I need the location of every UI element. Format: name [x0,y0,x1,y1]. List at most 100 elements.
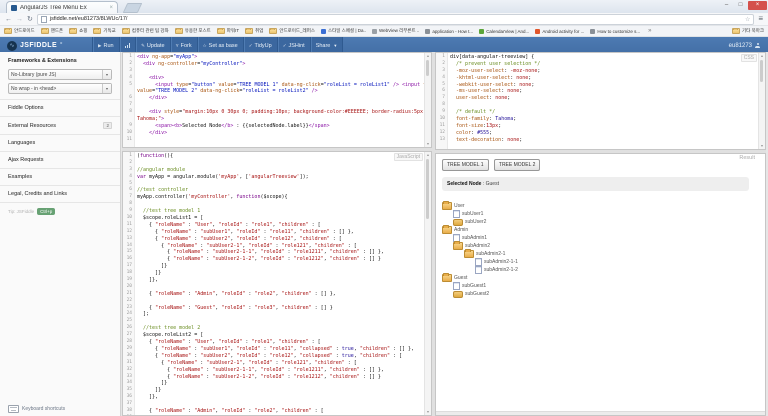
tree-model-2-button[interactable]: TREE MODEL 2 [494,159,541,171]
tree-node-subuser1[interactable]: subUser1 [442,210,759,218]
sidebar-item-label: Legal, Credits and Links [8,191,67,197]
sidebar-item-ajax-requests[interactable]: Ajax Requests [0,152,120,169]
css-editor-panel[interactable]: CSS 12345678910111213 div[data-angular-t… [435,52,766,150]
bookmark-item[interactable]: 안드로이드 [4,28,35,34]
bookmark-item[interactable]: 컴퓨터 관련 팁 강좌 [122,28,169,34]
folder-closed-icon[interactable] [453,291,463,298]
bookmark-item[interactable]: 안드로이드_레퍼스 [269,28,315,34]
maximize-button[interactable]: □ [734,1,747,10]
tree-node-subguest1[interactable]: subGuest1 [442,282,759,290]
html-code[interactable]: <div ng-app="myApp"> <div ng-controller=… [137,54,424,147]
bookmark-item[interactable]: CalendarView | And... [479,29,529,34]
bookmark-item[interactable]: Android activity for ... [535,29,584,34]
css-scrollbar[interactable]: ▲ ▼ [758,53,765,149]
tree-node-subadmin2-1[interactable]: subAdmin2-1 [442,250,759,258]
sidebar-item-languages[interactable]: Languages [0,135,120,152]
keyboard-shortcuts-link[interactable]: Keyboard shortcuts [8,405,65,413]
folder-open-icon[interactable] [464,250,474,258]
bookmark-item[interactable]: 스타일 스페셜 | Da.. [321,28,366,34]
bookmark-item[interactable]: 기독교 [93,28,115,34]
reload-icon[interactable]: ↻ [27,16,33,23]
scroll-up-icon[interactable]: ▲ [759,53,765,59]
scroll-down-icon[interactable]: ▼ [425,409,431,415]
tree-node-subguest2[interactable]: subGuest2 [442,290,759,298]
bookmark-item[interactable]: 파워IT [217,28,239,34]
html-editor-panel[interactable]: 12345 678 91011 <div ng-app="myApp"> <di… [122,52,432,148]
tree-node-subuser2[interactable]: subUser2 [442,218,759,226]
bookmarks-overflow-icon[interactable]: » [648,28,651,34]
minimize-button[interactable]: – [720,1,733,10]
close-button[interactable]: × [748,1,767,10]
bookmark-item[interactable]: How to customize s... [590,29,640,34]
scroll-thumb[interactable] [760,60,763,82]
line-number: 12 [123,229,132,236]
wrap-select[interactable]: No wrap - in <head> ▼ [8,83,112,94]
tree-node-subadmin2-1-1[interactable]: subAdmin2-1-1 [442,258,759,266]
tree-node-user[interactable]: User [442,202,759,210]
tree-node-subadmin2-1-2[interactable]: subAdmin2-1-2 [442,266,759,274]
scroll-down-icon[interactable]: ▼ [425,141,431,147]
folder-open-icon[interactable] [442,202,452,210]
file-icon[interactable] [475,266,482,274]
result-hscrollbar[interactable] [436,411,765,415]
scroll-thumb[interactable] [426,159,429,219]
framework-select[interactable]: No-Library (pure JS) ▼ [8,69,112,80]
sidebar-item-fiddle-options[interactable]: Fiddle Options [0,100,120,117]
sidebar-item-badge: 2 [103,122,112,129]
fork-icon: Y [176,43,179,48]
header-button-label: JSHint [288,43,304,49]
bookmark-item[interactable]: 핸드폰 [41,28,63,34]
other-bookmarks[interactable]: 기타 북마크 [732,28,764,34]
html-gutter: 12345 678 91011 [123,53,135,147]
sidebar-sections: Fiddle OptionsExternal Resources2 Languag… [0,99,120,203]
tree-node-guest[interactable]: Guest [442,274,759,282]
code-line: ]}, [137,394,424,401]
bookmark-item[interactable]: application - How t... [425,29,473,34]
bookmark-star-icon[interactable]: ☆ [745,16,750,23]
tree-node-admin[interactable]: Admin [442,226,759,234]
sidebar-item-label: Examples [8,174,32,180]
scroll-down-icon[interactable]: ▼ [759,143,765,149]
sidebar-item-label: Languages [8,140,35,146]
back-icon[interactable]: ← [5,16,12,23]
html-scrollbar[interactable]: ▲ ▼ [424,53,431,147]
js-editor-panel[interactable]: JavaScript 12345678910111213141516171819… [122,151,432,416]
browser-toolbar: ← → ↻ jsfiddle.net/eu81273/8LWUc/17/ ☆ ≡ [0,13,768,26]
css-code[interactable]: div[data-angular-treeview] { /* prevent … [450,54,758,149]
js-scrollbar[interactable]: ▲ ▼ [424,152,431,415]
folder-open-icon[interactable] [453,242,463,250]
chevron-down-icon: ▼ [102,70,111,79]
tree-node-subadmin1[interactable]: subAdmin1 [442,234,759,242]
folder-icon [732,28,740,34]
folder-closed-icon[interactable] [453,219,463,226]
bookmark-item[interactable]: 유용한 포스트 [175,28,211,34]
line-number: 29 [123,346,132,353]
file-icon[interactable] [453,282,460,290]
scroll-up-icon[interactable]: ▲ [425,53,431,59]
url-text: jsfiddle.net/eu81273/8LWUc/17/ [50,16,128,22]
js-code[interactable]: (function(){ //angular modulevar myApp =… [137,153,424,415]
line-number: 31 [123,360,132,367]
scroll-up-icon[interactable]: ▲ [425,152,431,158]
folder-open-icon[interactable] [442,274,452,282]
new-tab-button[interactable] [123,3,143,13]
tree-node-subadmin2[interactable]: subAdmin2 [442,242,759,250]
bookmark-item[interactable]: WebView 리부른트 .. [372,28,419,34]
url-bar[interactable]: jsfiddle.net/eu81273/8LWUc/17/ ☆ [37,14,754,25]
line-number: 11 [123,137,132,144]
scroll-thumb[interactable] [426,60,429,76]
bookmark-item[interactable]: 취업 [245,28,263,34]
file-icon[interactable] [453,210,460,218]
bookmark-item[interactable]: 쇼핑 [69,28,87,34]
forward-icon[interactable]: → [16,16,23,23]
tree-model-1-button[interactable]: TREE MODEL 1 [442,159,489,171]
chrome-menu-icon[interactable]: ≡ [758,15,763,23]
sidebar-item-external-resources[interactable]: External Resources2 [0,117,120,135]
code-line: /* default */ [450,109,758,116]
folder-open-icon[interactable] [442,226,452,234]
sidebar-item-legal-credits-and-links[interactable]: Legal, Credits and Links [0,186,120,203]
sidebar-item-examples[interactable]: Examples [0,169,120,186]
tab-close-icon[interactable]: × [109,5,113,11]
browser-tab[interactable]: AngularJS Tree Menu Ex × [6,1,118,13]
file-icon[interactable] [475,258,482,266]
